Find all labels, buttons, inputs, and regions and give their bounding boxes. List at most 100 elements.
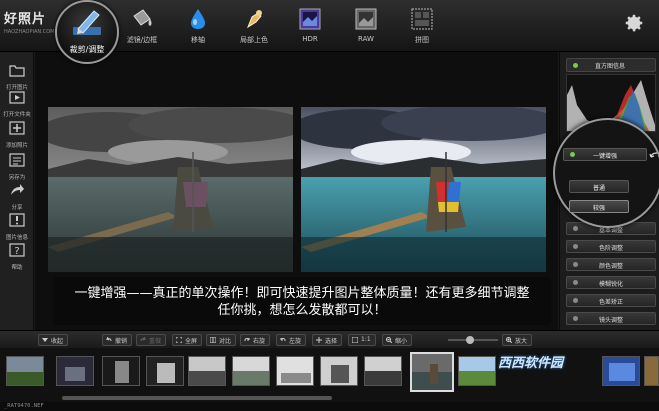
tool-tilt-shift[interactable]: 移轴: [170, 6, 226, 50]
top-toolbar: 好照片 HAOZHAOPIAN.COM 裁剪/调整 滤镜/边框 移轴 局部上色 …: [0, 0, 659, 64]
rotate-left-button[interactable]: 左旋: [276, 334, 307, 346]
adjust-chromatic[interactable]: 色差矫正: [566, 294, 656, 307]
feature-caption: 一键增强——真正的单次操作！即可快速提升图片整体质量！还有更多细节调整 任你挑，…: [53, 277, 551, 325]
sidebar-label: 另存为: [8, 175, 26, 181]
adjust-color[interactable]: 颜色调整: [566, 258, 656, 271]
adjust-lens[interactable]: 镜头调整: [566, 312, 656, 325]
sidebar-image-info[interactable]: 图片信息: [0, 212, 34, 241]
add-photo-icon: [9, 121, 25, 135]
thumbnail[interactable]: [146, 356, 184, 386]
button-label: 撤销: [115, 338, 128, 345]
thumbnail[interactable]: [232, 356, 270, 386]
sidebar-open-folder[interactable]: 打开文件夹: [0, 89, 34, 118]
zoom-out-button[interactable]: 缩小: [382, 334, 413, 346]
sidebar-label: 分享: [11, 205, 23, 211]
histogram-label: 直方图信息: [595, 63, 626, 70]
share-icon: [11, 184, 24, 195]
thumbnail[interactable]: [276, 356, 314, 386]
thumbnail[interactable]: [102, 356, 140, 386]
thumbnail[interactable]: [188, 356, 226, 386]
help-icon: ?: [9, 243, 25, 257]
left-sidebar: 打开图片 打开文件夹 添加照片 另存为 分享 图片信息 ? 帮助: [0, 52, 34, 330]
gear-icon[interactable]: [623, 12, 645, 34]
sidebar-label: 打开文件夹: [3, 112, 31, 118]
folder-icon: [9, 65, 25, 77]
compare-button[interactable]: 对比: [206, 334, 237, 346]
sidebar-save-as[interactable]: 另存为: [0, 152, 34, 181]
adjust-levels[interactable]: 色阶调整: [566, 240, 656, 253]
button-label: 放大: [515, 338, 528, 345]
thumbnail[interactable]: [364, 356, 402, 386]
select-button[interactable]: 选择: [312, 334, 343, 346]
tool-label: 滤镜/边框: [126, 36, 158, 44]
thumbnail[interactable]: [320, 356, 358, 386]
tool-collage[interactable]: 拼图: [394, 6, 450, 50]
save-as-icon: [9, 153, 25, 167]
tool-label: 移轴: [191, 36, 205, 44]
tool-raw[interactable]: RAW: [338, 6, 394, 50]
enhance-normal-option[interactable]: 普通: [569, 180, 629, 193]
sidebar-open-image[interactable]: 打开图片: [0, 62, 34, 91]
actual-size-button[interactable]: 1:1: [348, 334, 376, 346]
pencil-icon: [73, 10, 101, 35]
filmstrip-scrollbar[interactable]: [62, 396, 332, 400]
adjust-label: 色差矫正: [598, 299, 623, 306]
undo-button[interactable]: 撤销: [102, 334, 133, 346]
button-label: 左旋: [289, 338, 302, 345]
button-label: 收起: [51, 338, 64, 345]
hdr-icon: [299, 8, 321, 30]
zoom-in-button[interactable]: 放大: [502, 334, 533, 346]
redo-button[interactable]: 重做: [136, 334, 167, 346]
fullscreen-button[interactable]: 全屏: [172, 334, 203, 346]
thumbnail[interactable]: [56, 356, 94, 386]
rotate-right-icon: [244, 338, 250, 342]
one-click-label: 一键增强: [592, 153, 617, 160]
sidebar-label: 帮助: [11, 265, 23, 271]
status-bar: _RAT9470.NEF: [0, 402, 659, 411]
collage-grid-icon: [411, 8, 433, 30]
sidebar-share[interactable]: 分享: [0, 182, 34, 211]
histogram-header[interactable]: 直方图信息: [566, 58, 656, 72]
photo-after: [301, 107, 546, 272]
tool-local-color[interactable]: 局部上色: [226, 6, 282, 50]
thumbnail-selected[interactable]: [410, 352, 454, 392]
tool-label: 局部上色: [240, 36, 268, 44]
back-arrow-icon[interactable]: [649, 150, 659, 160]
sidebar-add-photo[interactable]: 添加照片: [0, 120, 34, 149]
fullscreen-icon: [176, 337, 182, 343]
tool-hdr[interactable]: HDR: [282, 6, 338, 50]
image-canvas: 一键增强——真正的单次操作！即可快速提升图片整体质量！还有更多细节调整 任你挑，…: [35, 52, 558, 330]
tool-crop-adjust[interactable]: 裁剪/调整: [55, 0, 119, 64]
svg-text:?: ?: [14, 246, 19, 257]
caption-line-2: 任你挑，想怎么发散都可以！: [217, 303, 387, 318]
thumbnail[interactable]: [6, 356, 44, 386]
thumbnail[interactable]: [644, 356, 659, 386]
button-label: 重做: [149, 338, 162, 345]
thumbnail[interactable]: [458, 356, 496, 386]
zoom-slider[interactable]: [448, 336, 498, 344]
option-label: 普通: [592, 185, 605, 192]
one-click-enhance-button[interactable]: 一键增强: [563, 148, 647, 161]
adjust-label: 颜色调整: [598, 263, 623, 270]
brush-hand-icon: [246, 10, 262, 29]
folder-play-icon: [9, 91, 25, 104]
button-label: 右旋: [253, 338, 266, 345]
raw-icon: [355, 8, 377, 30]
photo-before: [48, 107, 293, 272]
tool-filter-frame[interactable]: 滤镜/边框: [114, 6, 170, 50]
adjust-blur-sharpen[interactable]: 模糊锐化: [566, 276, 656, 289]
collapse-button[interactable]: 收起: [38, 334, 69, 346]
paint-bucket-icon: [133, 9, 152, 26]
enhance-strong-option[interactable]: 较强: [569, 200, 629, 213]
button-label: 1:1: [361, 336, 371, 343]
one-click-enhance-callout: 一键增强 普通 较强: [553, 118, 659, 228]
sidebar-label: 添加照片: [5, 143, 28, 149]
sidebar-help[interactable]: ? 帮助: [0, 242, 34, 271]
button-label: 全屏: [185, 338, 198, 345]
zoom-slider-handle[interactable]: [466, 336, 474, 344]
option-label: 较强: [592, 205, 605, 212]
compare-icon: [210, 337, 216, 343]
thumbnail[interactable]: [602, 356, 640, 386]
app-logo: 好照片 HAOZHAOPIAN.COM: [4, 8, 56, 44]
rotate-right-button[interactable]: 右旋: [240, 334, 271, 346]
